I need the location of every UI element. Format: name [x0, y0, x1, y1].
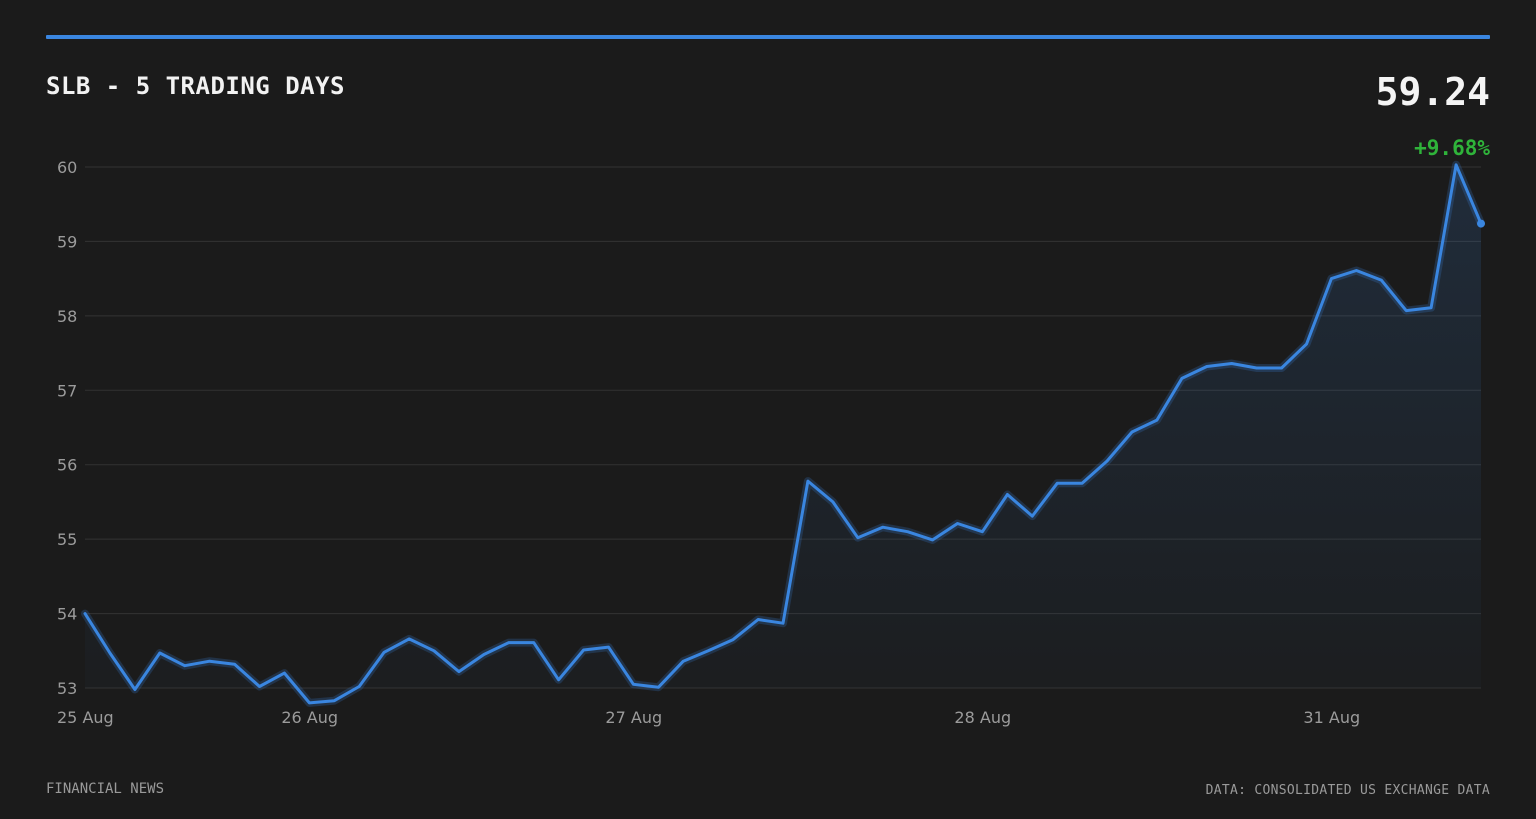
y-tick-label: 57 — [57, 381, 77, 400]
x-tick-label: 25 Aug — [57, 708, 114, 727]
y-axis: 53 54 55 56 57 58 59 60 — [57, 158, 77, 698]
y-tick-label: 59 — [57, 232, 77, 251]
x-tick-label: 27 Aug — [605, 708, 662, 727]
y-tick-label: 56 — [57, 456, 77, 475]
y-tick-label: 54 — [57, 605, 77, 624]
x-tick-label: 31 Aug — [1303, 708, 1360, 727]
price-chart: 53 54 55 56 57 58 59 60 25 Aug 26 Aug 27 Aug 28 Au… — [57, 158, 1485, 727]
footer-source: FINANCIAL NEWS — [46, 781, 165, 797]
x-tick-label: 28 Aug — [954, 708, 1011, 727]
x-tick-label: 26 Aug — [281, 708, 338, 727]
footer-data-credit: DATA: CONSOLIDATED US EXCHANGE DATA — [1205, 783, 1490, 798]
y-tick-label: 60 — [57, 158, 77, 177]
last-price-marker — [1477, 219, 1485, 228]
y-tick-label: 55 — [57, 530, 77, 549]
y-tick-label: 58 — [57, 307, 77, 326]
y-tick-label: 53 — [57, 679, 77, 698]
x-axis: 25 Aug 26 Aug 27 Aug 28 Aug 31 Aug — [57, 708, 1360, 727]
